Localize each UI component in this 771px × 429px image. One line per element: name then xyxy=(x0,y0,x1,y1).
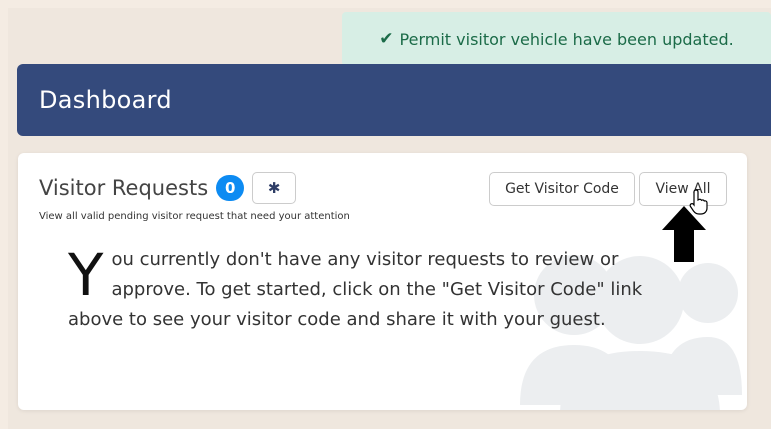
visitor-requests-card: Visitor Requests 0 ✱ View all valid pend… xyxy=(18,153,747,410)
count-badge: 0 xyxy=(216,175,245,201)
gear-icon: ✱ xyxy=(267,179,281,197)
card-subtitle: View all valid pending visitor request t… xyxy=(39,211,350,222)
card-title-row: Visitor Requests 0 ✱ xyxy=(39,172,297,204)
settings-button[interactable]: ✱ xyxy=(252,172,297,204)
hand-pointer-icon xyxy=(689,189,708,215)
page-title: Dashboard xyxy=(39,86,172,114)
get-visitor-code-button[interactable]: Get Visitor Code xyxy=(489,172,635,206)
dashboard-header: Dashboard xyxy=(17,64,771,136)
check-icon: ✔ xyxy=(379,29,394,49)
card-title: Visitor Requests xyxy=(39,176,209,200)
drop-cap: Y xyxy=(68,241,104,309)
empty-state-text: ou currently don't have any visitor requ… xyxy=(68,249,643,330)
empty-state-message: Y ou currently don't have any visitor re… xyxy=(68,245,678,335)
view-all-button[interactable]: View All xyxy=(639,172,727,206)
success-toast: ✔ Permit visitor vehicle have been updat… xyxy=(342,12,771,66)
toast-message: Permit visitor vehicle have been updated… xyxy=(399,29,734,49)
